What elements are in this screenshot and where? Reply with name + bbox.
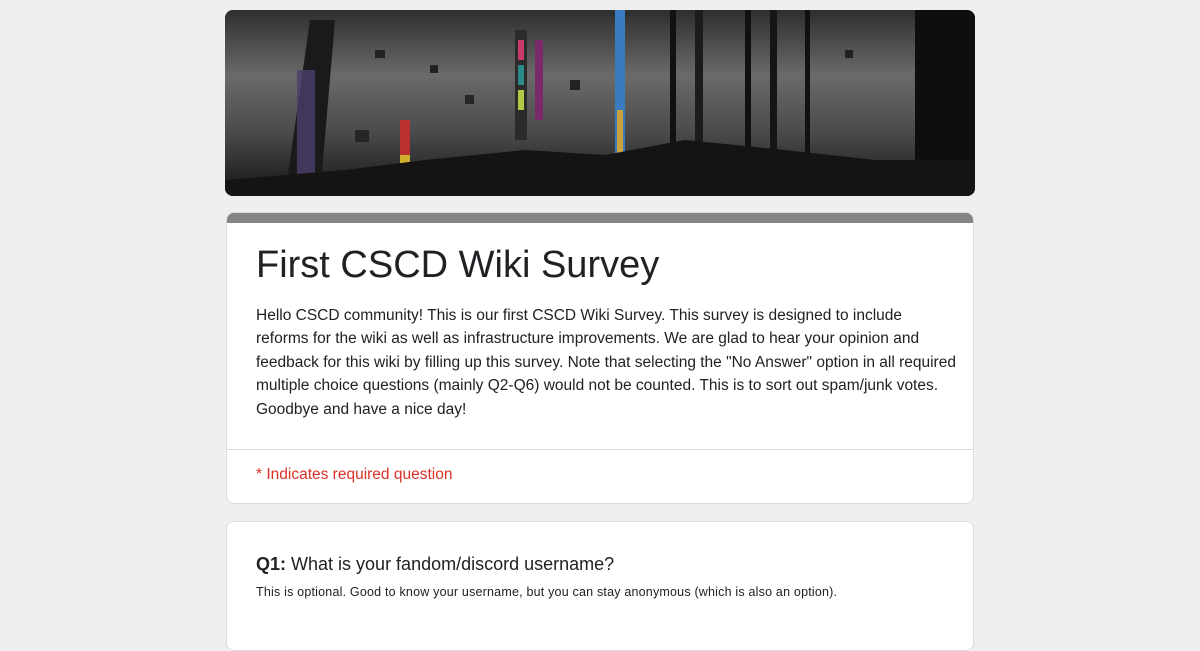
form-description: Hello CSCD community! This is our first …	[256, 307, 956, 418]
required-question-note: * Indicates required question	[256, 466, 453, 483]
question-card-q1: Q1: What is your fandom/discord username…	[226, 521, 974, 651]
question-title: Q1: What is your fandom/discord username…	[256, 552, 614, 576]
header-image-artwork	[225, 10, 975, 196]
form-title-card: First CSCD Wiki Survey Hello CSCD commun…	[226, 212, 974, 504]
question-text: What is your fandom/discord username?	[291, 554, 615, 574]
question-help-text: This is optional. Good to know your user…	[256, 585, 838, 599]
title-card-accent-bar	[227, 213, 973, 223]
question-number: Q1:	[256, 554, 287, 574]
form-title: First CSCD Wiki Survey	[256, 244, 660, 286]
title-card-divider	[227, 449, 973, 450]
form-header-image	[225, 10, 975, 196]
